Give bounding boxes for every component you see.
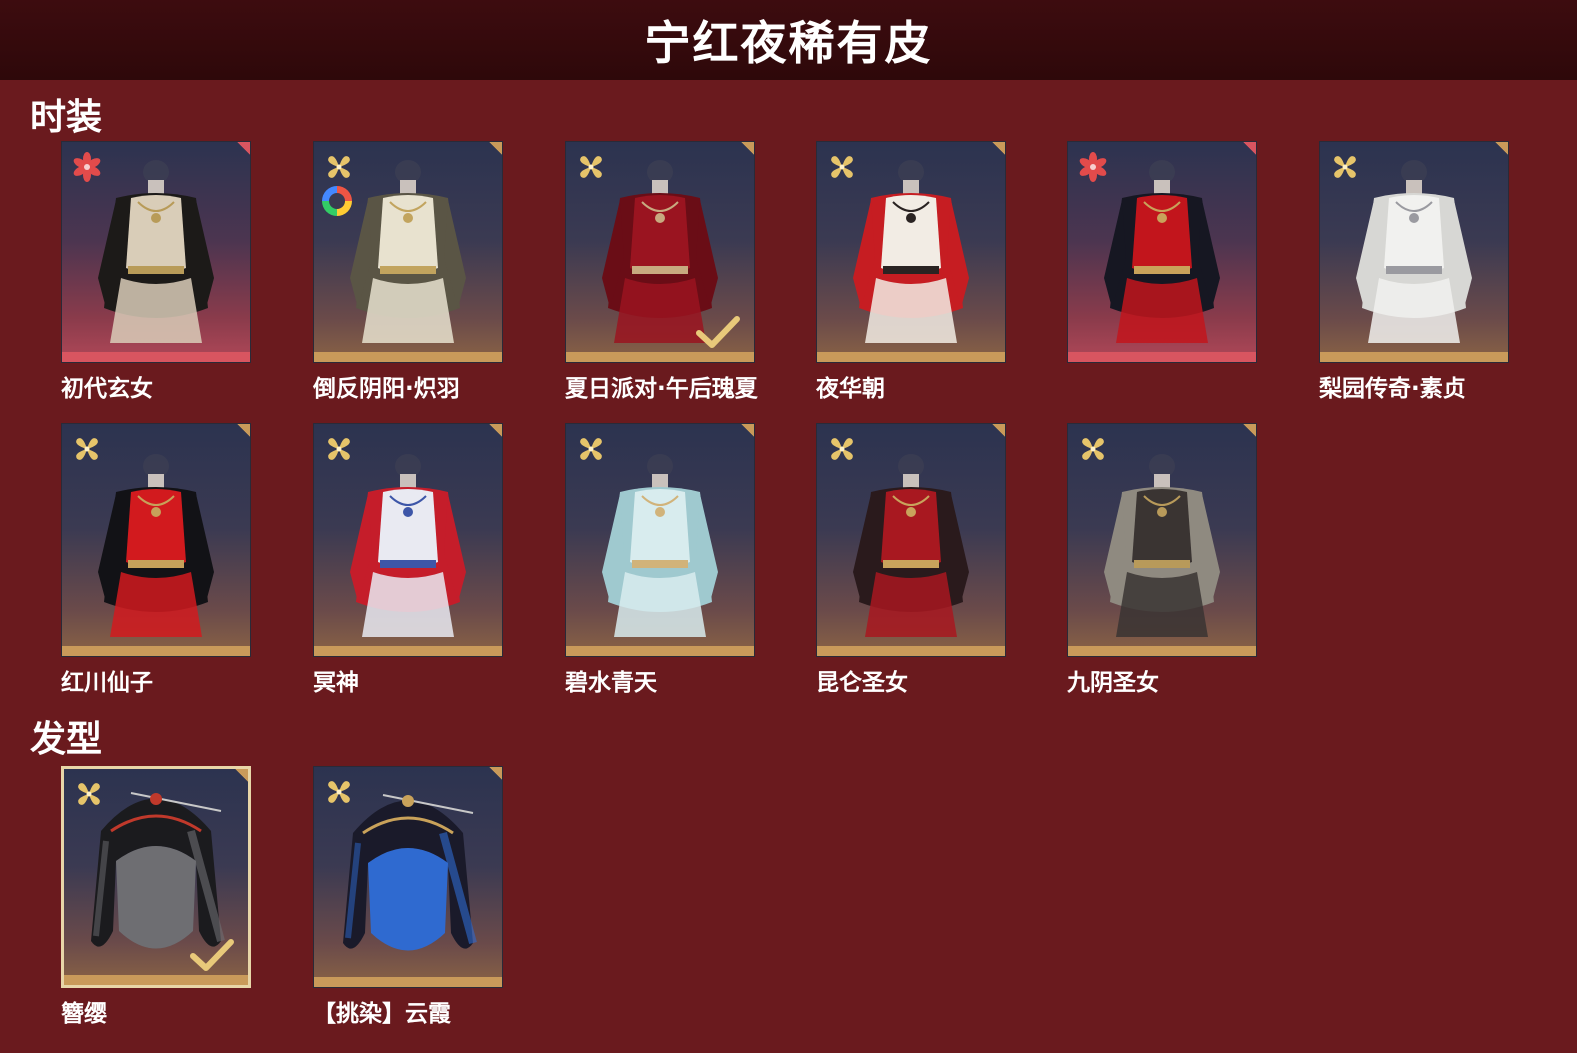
outfit-name: 九阴圣女 <box>1067 670 1159 696</box>
rarity-bar <box>314 646 502 656</box>
hairstyle-name: 簪缨 <box>61 1001 107 1027</box>
section-title-hairstyles: 发型 <box>30 719 103 760</box>
outfit-name: 梨园传奇·素贞 <box>1319 376 1466 402</box>
outfit-thumbnail[interactable] <box>1067 423 1257 657</box>
outfit-thumbnail[interactable] <box>61 141 251 363</box>
outfit-card[interactable]: 夏日派对·午后瑰夏 <box>565 141 758 403</box>
corner-ornament-icon <box>987 424 1005 442</box>
outfit-name: 碧水青天 <box>565 670 657 696</box>
outfit-preview-image <box>1334 158 1494 352</box>
outfit-thumbnail[interactable] <box>565 423 755 657</box>
outfit-preview-image <box>328 158 488 352</box>
rarity-bar <box>314 352 502 362</box>
rarity-bar <box>817 646 1005 656</box>
hairstyle-thumbnail[interactable] <box>313 766 503 988</box>
rarity-bar <box>1068 352 1256 362</box>
page-header: 宁红夜稀有皮 <box>0 0 1577 80</box>
section-title-outfits: 时装 <box>30 97 103 138</box>
outfit-preview-image <box>328 452 488 646</box>
corner-ornament-icon <box>232 424 250 442</box>
rarity-bar <box>566 646 754 656</box>
outfit-card[interactable]: 冥神 <box>313 423 503 697</box>
outfit-thumbnail[interactable] <box>1067 141 1257 363</box>
outfit-preview-image <box>1082 452 1242 646</box>
outfit-name: 昆仑圣女 <box>816 670 908 696</box>
page-title: 宁红夜稀有皮 <box>644 16 933 70</box>
outfit-name: 倒反阴阳·炽羽 <box>313 376 460 402</box>
hairstyle-card[interactable]: 簪缨 <box>61 766 251 1028</box>
outfit-card[interactable]: 倒反阴阳·炽羽 <box>313 141 503 403</box>
corner-ornament-icon <box>1238 424 1256 442</box>
owned-checkmark-icon <box>696 316 740 348</box>
outfit-card[interactable]: 夜华朝 <box>816 141 1006 403</box>
outfit-card[interactable]: 昆仑圣女 <box>816 423 1006 697</box>
hairstyle-name: 【挑染】云霞 <box>313 1001 451 1027</box>
outfit-thumbnail[interactable] <box>61 423 251 657</box>
rare-skins-page: 宁红夜稀有皮 时装 发型 初代玄女 倒反阴阳·炽羽 夏日派对·午后瑰夏 夜华朝 … <box>0 0 1577 1053</box>
outfit-thumbnail[interactable] <box>313 141 503 363</box>
outfit-card[interactable]: 红川仙子 <box>61 423 251 697</box>
outfit-preview-image <box>580 452 740 646</box>
rarity-bar <box>566 352 754 362</box>
rarity-bar <box>62 646 250 656</box>
corner-ornament-icon <box>736 424 754 442</box>
outfit-card[interactable]: 梨园传奇·素贞 <box>1319 141 1509 403</box>
outfit-name: 冥神 <box>313 670 359 696</box>
rarity-bar <box>817 352 1005 362</box>
hairstyle-card[interactable]: 【挑染】云霞 <box>313 766 503 1028</box>
outfit-thumbnail[interactable] <box>313 423 503 657</box>
outfit-preview-image <box>76 452 236 646</box>
rarity-bar <box>314 977 502 987</box>
outfit-thumbnail[interactable] <box>816 141 1006 363</box>
outfit-preview-image <box>1082 158 1242 352</box>
outfit-thumbnail[interactable] <box>565 141 755 363</box>
rarity-bar <box>1320 352 1508 362</box>
hairstyle-thumbnail[interactable] <box>61 766 251 988</box>
outfit-card[interactable] <box>1067 141 1257 369</box>
corner-ornament-icon <box>484 424 502 442</box>
rarity-bar <box>1068 646 1256 656</box>
outfit-thumbnail[interactable] <box>816 423 1006 657</box>
outfit-name: 红川仙子 <box>61 670 153 696</box>
rarity-bar <box>64 975 248 985</box>
outfit-card[interactable]: 初代玄女 <box>61 141 251 403</box>
outfit-preview-image <box>76 158 236 352</box>
outfit-thumbnail[interactable] <box>1319 141 1509 363</box>
owned-checkmark-icon <box>190 939 234 971</box>
outfit-card[interactable]: 碧水青天 <box>565 423 755 697</box>
hairstyle-preview-image <box>323 773 493 977</box>
outfit-name: 夜华朝 <box>816 376 885 402</box>
outfit-name: 夏日派对·午后瑰夏 <box>565 376 758 402</box>
outfit-card[interactable]: 九阴圣女 <box>1067 423 1257 697</box>
outfit-preview-image <box>831 158 991 352</box>
rarity-bar <box>62 352 250 362</box>
outfit-name: 初代玄女 <box>61 376 153 402</box>
outfit-preview-image <box>831 452 991 646</box>
